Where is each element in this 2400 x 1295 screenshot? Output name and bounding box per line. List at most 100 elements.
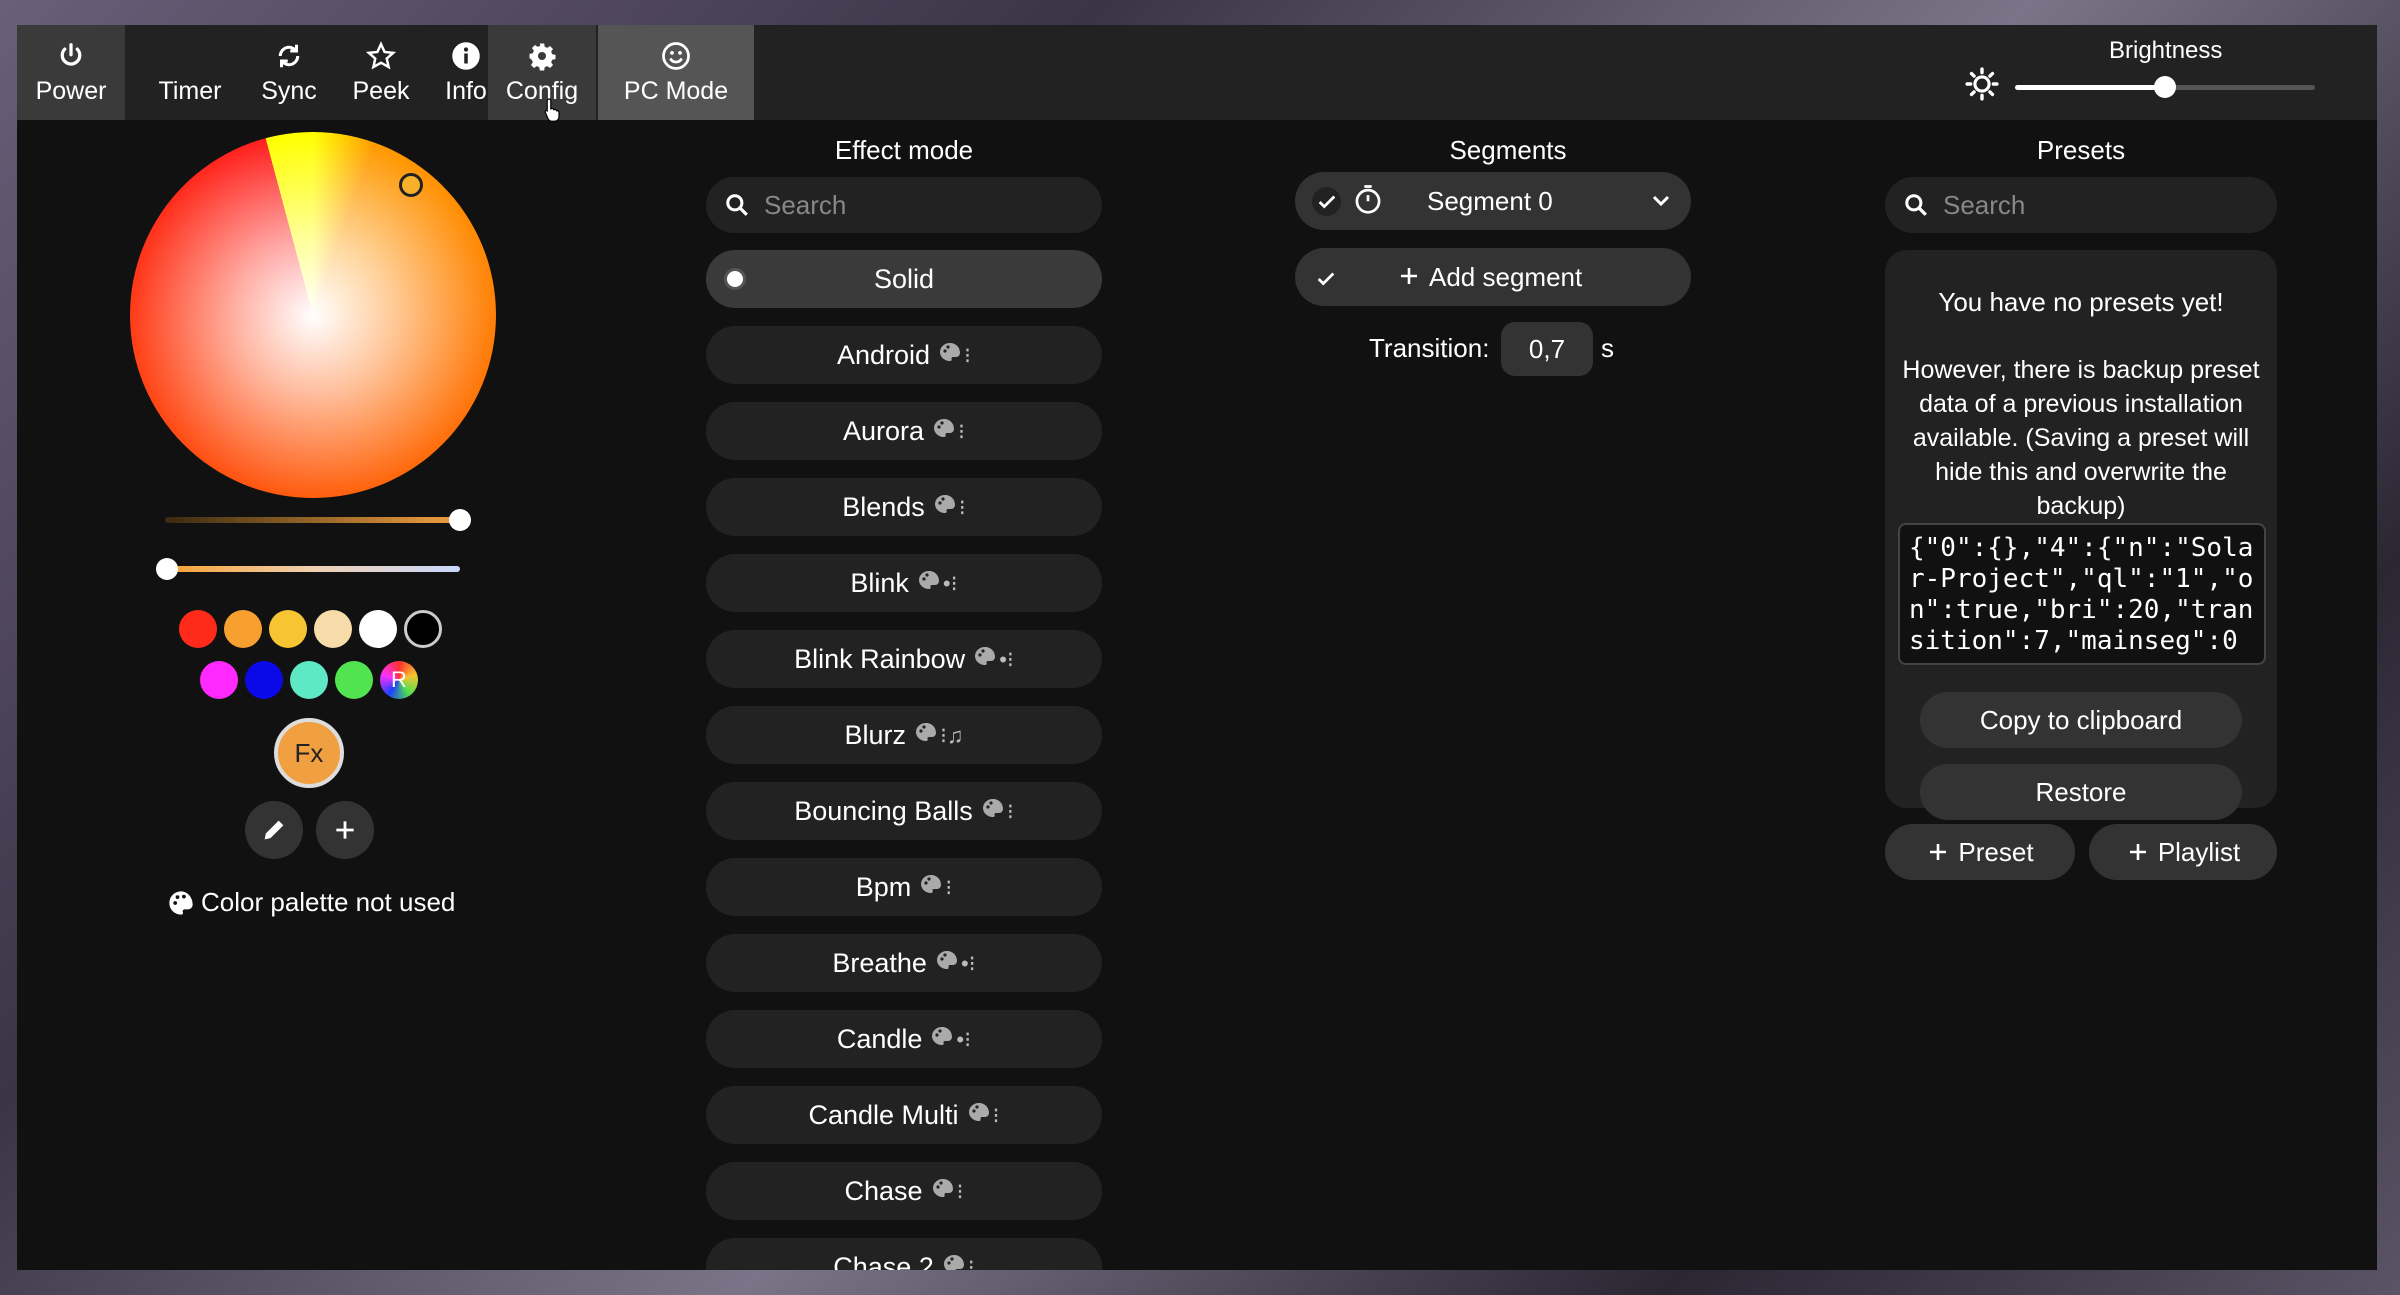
quick-color-swatch[interactable] — [290, 661, 328, 699]
quick-color-swatch[interactable] — [359, 610, 397, 648]
effect-flags: ⁝ — [932, 417, 965, 445]
effect-item[interactable]: Breathe •⁝ — [706, 934, 1102, 992]
top-bar: Power Timer Sync Peek Info Config PC Mod… — [17, 25, 2377, 122]
effect-name: Bpm — [855, 871, 912, 902]
effect-item[interactable]: Bpm ⁝ — [706, 858, 1102, 916]
random-color-button[interactable]: R — [380, 661, 418, 699]
add-segment-label: Add segment — [1429, 262, 1583, 292]
effect-name: Aurora — [842, 415, 925, 446]
backup-data-textarea[interactable]: {"0":{},"4":{"n":"Solar-Project","ql":"1… — [1898, 523, 2266, 665]
palette-note-text: Color palette not used — [201, 887, 456, 917]
effect-flag-text: •⁝ — [960, 951, 976, 976]
moon-icon — [176, 39, 204, 73]
no-presets-message: You have no presets yet! — [1938, 287, 2224, 317]
tab-pc-mode-label: PC Mode — [623, 77, 729, 105]
timer-icon[interactable] — [1353, 184, 1383, 223]
effect-name: Blends — [842, 491, 925, 522]
kelvin-slider-thumb[interactable] — [449, 509, 471, 531]
brightness-slider-thumb[interactable] — [2154, 76, 2176, 98]
effect-flag-text: ⁝ — [956, 1179, 964, 1204]
quick-color-swatch[interactable] — [200, 661, 238, 699]
palette-icon — [169, 890, 193, 915]
effect-item[interactable]: Blink •⁝ — [706, 554, 1102, 612]
add-playlist-button[interactable]: Playlist — [2089, 824, 2277, 880]
chevron-down-icon[interactable] — [1649, 188, 1673, 219]
effect-item[interactable]: Candle •⁝ — [706, 1010, 1102, 1068]
effect-flag-text: •⁝ — [999, 647, 1014, 672]
effect-name: Solid — [873, 263, 935, 294]
sun-icon — [1965, 67, 1999, 106]
tab-power[interactable]: Power — [17, 25, 125, 120]
copy-to-clipboard-button[interactable]: Copy to clipboard — [1920, 692, 2242, 748]
tab-pc-mode[interactable]: PC Mode — [598, 25, 754, 120]
restore-button[interactable]: Restore — [1920, 764, 2242, 820]
segments-title: Segments — [1449, 135, 1567, 165]
white-slider-thumb[interactable] — [156, 558, 178, 580]
transition-input[interactable]: 0,7 — [1501, 322, 1593, 376]
effect-item[interactable]: Candle Multi ⁝ — [706, 1086, 1102, 1144]
quick-color-swatch[interactable] — [314, 610, 352, 648]
tab-power-label: Power — [35, 77, 107, 105]
random-color-label: R — [391, 667, 407, 692]
effect-item[interactable]: Aurora ⁝ — [706, 402, 1102, 460]
effect-flags: ⁝ — [942, 1253, 975, 1270]
brightness-title: Brightness — [2109, 37, 2223, 64]
tab-timer-label: Timer — [158, 77, 222, 105]
kelvin-slider[interactable] — [165, 517, 460, 523]
add-preset-button[interactable]: Preset — [1885, 824, 2075, 880]
effect-flag-text: ⁝ — [1006, 799, 1014, 824]
palette-flag-icon — [916, 723, 936, 741]
presets-title: Presets — [2036, 135, 2126, 165]
sync-icon — [274, 39, 304, 73]
edit-palette-button[interactable] — [245, 801, 303, 859]
quick-color-swatch[interactable] — [404, 610, 442, 648]
effect-item[interactable]: Android ⁝ — [706, 326, 1102, 384]
effect-flags: •⁝ — [930, 1025, 971, 1053]
effects-search-placeholder: Search — [764, 189, 847, 220]
add-preset-label: Preset — [1958, 836, 2034, 867]
palette-flag-icon — [982, 799, 1003, 817]
white-slider[interactable] — [165, 566, 460, 572]
copy-label: Copy to clipboard — [1979, 704, 2183, 735]
effect-name: Blurz — [844, 719, 906, 750]
palette-flag-icon — [932, 1179, 953, 1197]
effect-flag-text: •⁝ — [956, 1027, 972, 1052]
fx-button[interactable]: Fx — [274, 718, 344, 788]
segment-0[interactable]: Segment 0 — [1295, 172, 1691, 230]
effect-item[interactable]: Blurz ⁝♫ — [706, 706, 1102, 764]
segment-0-name: Segment 0 — [1427, 186, 1553, 216]
quick-color-swatch[interactable] — [245, 661, 283, 699]
effect-item-selected[interactable]: Solid — [706, 250, 1102, 308]
effect-item[interactable]: Blink Rainbow •⁝ — [706, 630, 1102, 688]
tab-sync[interactable]: Sync — [239, 25, 339, 120]
effect-item[interactable]: Bouncing Balls ⁝ — [706, 782, 1102, 840]
presets-search-input[interactable]: Search — [1885, 177, 2277, 233]
effect-item[interactable]: Chase 2 ⁝ — [706, 1238, 1102, 1270]
brightness-slider[interactable] — [2015, 76, 2315, 98]
palette-flag-icon — [940, 343, 961, 361]
plus-icon — [1930, 844, 1947, 860]
tab-config-label: Config — [505, 77, 579, 105]
color-wheel-handle[interactable] — [399, 173, 423, 197]
quick-color-swatch[interactable] — [269, 610, 307, 648]
tab-config[interactable]: Config — [488, 25, 596, 120]
effect-item[interactable]: Chase ⁝ — [706, 1162, 1102, 1220]
palette-flag-icon — [936, 951, 957, 969]
star-icon — [366, 39, 396, 73]
palette-flag-icon — [943, 1255, 964, 1270]
quick-color-swatch[interactable] — [179, 610, 217, 648]
tab-timer[interactable]: Timer — [135, 25, 245, 120]
palette-flag-icon — [921, 875, 942, 893]
effect-flags: ⁝ — [967, 1101, 1000, 1129]
fx-button-label: Fx — [294, 737, 324, 768]
add-segment-button[interactable]: Add segment — [1295, 248, 1691, 306]
tab-peek[interactable]: Peek — [333, 25, 429, 120]
transition-value: 0,7 — [1528, 333, 1566, 364]
effects-search-input[interactable]: Search — [706, 177, 1102, 233]
add-palette-button[interactable] — [316, 801, 374, 859]
quick-color-swatch[interactable] — [224, 610, 262, 648]
effect-item[interactable]: Blends ⁝ — [706, 478, 1102, 536]
quick-color-swatch[interactable] — [335, 661, 373, 699]
tab-peek-label: Peek — [352, 77, 410, 105]
plus-icon — [1397, 264, 1421, 295]
